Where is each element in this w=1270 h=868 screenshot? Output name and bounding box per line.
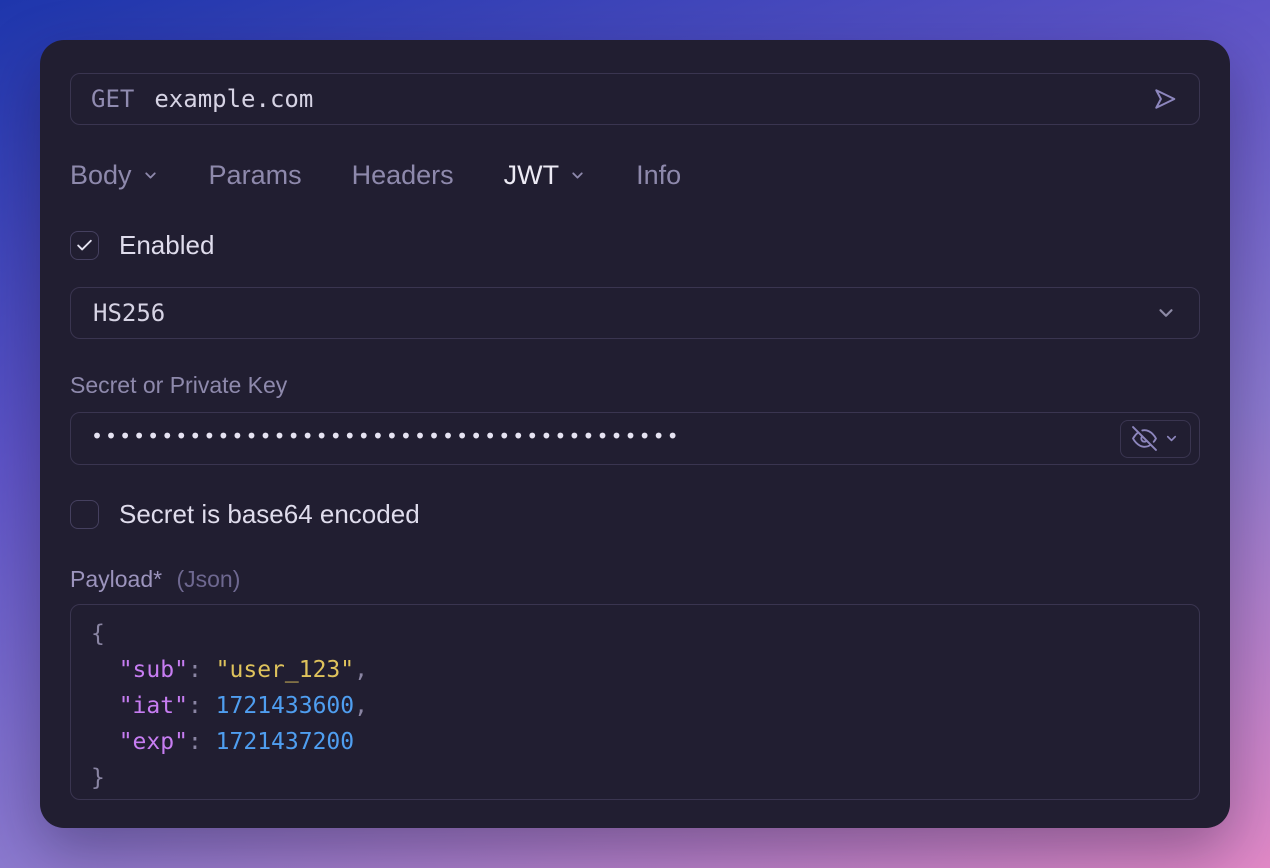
base64-row: Secret is base64 encoded <box>70 499 1200 529</box>
enabled-label: Enabled <box>119 230 214 261</box>
http-method[interactable]: GET <box>91 85 134 113</box>
tab-label: Info <box>636 160 681 191</box>
tab-label: Headers <box>352 160 454 191</box>
tab-body[interactable]: Body <box>70 160 159 191</box>
code-line: "exp": 1721437200 <box>91 724 1179 760</box>
payload-format-hint: (Json) <box>176 566 240 592</box>
tab-label: Params <box>209 160 302 191</box>
toggle-secret-visibility-button[interactable] <box>1120 420 1191 458</box>
enabled-checkbox[interactable] <box>70 231 99 260</box>
chevron-down-icon <box>1164 431 1179 446</box>
chevron-down-icon <box>569 167 586 184</box>
secret-key-input[interactable]: ••••••••••••••••••••••••••••••••••••••••… <box>70 412 1200 465</box>
chevron-down-icon <box>142 167 159 184</box>
chevron-down-icon <box>1155 302 1177 324</box>
code-line: } <box>91 760 1179 796</box>
payload-editor-code: { "sub": "user_123", "iat": 1721433600, … <box>91 616 1179 796</box>
request-tabs: Body Params Headers JWT Info <box>70 159 1200 192</box>
request-panel: GET example.com Body Params Headers JWT Info… <box>40 40 1230 828</box>
payload-json-editor[interactable]: { "sub": "user_123", "iat": 1721433600, … <box>70 604 1200 800</box>
payload-label: Payload* (Json) <box>70 566 1200 593</box>
payload-label-text: Payload* <box>70 566 162 592</box>
base64-checkbox[interactable] <box>70 500 99 529</box>
url-input[interactable]: example.com <box>154 85 313 113</box>
secret-masked-value: ••••••••••••••••••••••••••••••••••••••••… <box>91 424 681 448</box>
code-line: { <box>91 616 1179 652</box>
secret-key-label: Secret or Private Key <box>70 372 1200 399</box>
request-url-bar[interactable]: GET example.com <box>70 73 1200 125</box>
send-button[interactable] <box>1151 85 1179 113</box>
jwt-enabled-row: Enabled <box>70 230 1200 260</box>
algorithm-select[interactable]: HS256 <box>70 287 1200 339</box>
algorithm-value: HS256 <box>93 299 165 327</box>
check-icon <box>75 236 94 255</box>
base64-label: Secret is base64 encoded <box>119 499 420 530</box>
eye-off-icon <box>1132 426 1157 451</box>
tab-headers[interactable]: Headers <box>352 160 454 191</box>
tab-jwt[interactable]: JWT <box>504 160 586 191</box>
tab-params[interactable]: Params <box>209 160 302 191</box>
tab-label: Body <box>70 160 132 191</box>
tab-info[interactable]: Info <box>636 160 681 191</box>
paper-plane-icon <box>1151 85 1179 113</box>
tab-label: JWT <box>504 160 559 191</box>
code-line: "sub": "user_123", <box>91 652 1179 688</box>
code-line: "iat": 1721433600, <box>91 688 1179 724</box>
